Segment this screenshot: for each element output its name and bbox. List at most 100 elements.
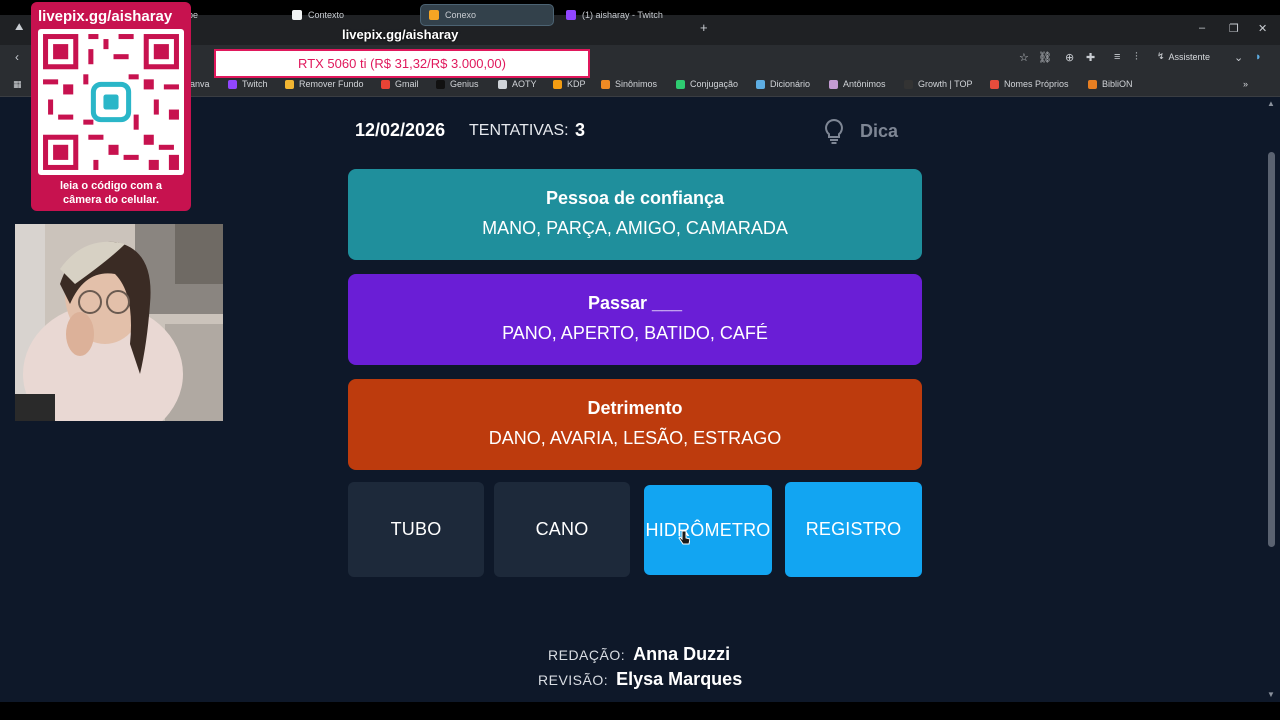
- bookmark-label: Remover Fundo: [299, 79, 364, 89]
- bookmark-label: AOTY: [512, 79, 537, 89]
- word-tile[interactable]: HIDRÔMETRO: [644, 485, 772, 575]
- livepix-url-overlay: livepix.gg/aisharay: [342, 27, 459, 42]
- bookmark-label: BibliON: [1102, 79, 1133, 89]
- bookmark-label: Twitch: [242, 79, 268, 89]
- bookmark-item[interactable]: Conjugação: [676, 79, 738, 89]
- bookmark-item[interactable]: Growth | TOP: [904, 79, 973, 89]
- group-title: Pessoa de confiança: [545, 188, 725, 208]
- minimize-button[interactable]: –: [1199, 22, 1205, 34]
- hand-cursor-icon: [678, 530, 690, 545]
- credit-name: Anna Duzzi: [633, 644, 731, 664]
- restore-button[interactable]: ❐: [1229, 22, 1239, 35]
- credit-line-revisao: REVISÃO: Elysa Marques: [538, 669, 742, 690]
- bookmark-item[interactable]: Sinônimos: [601, 79, 657, 89]
- bookmark-label: Nomes Próprios: [1004, 79, 1069, 89]
- profile-icon[interactable]: ◗: [1255, 51, 1262, 63]
- browser-logo-icon: ⛰: [15, 22, 24, 33]
- group-words: MANO, PARÇA, AMIGO, CAMARADA: [482, 218, 788, 238]
- bookmark-favicon-icon: [1088, 79, 1097, 89]
- audio-wave-icon[interactable]: ⫶: [1135, 51, 1138, 64]
- bookmark-item[interactable]: Dicionário: [756, 79, 810, 89]
- qr-caption: leia o código com a câmera do celular.: [31, 179, 191, 207]
- tries-count: 3: [575, 120, 586, 140]
- solved-group-card: Detrimento DANO, AVARIA, LESÃO, ESTRAGO: [348, 379, 922, 470]
- back-arrow-icon[interactable]: ‹: [15, 50, 19, 64]
- tab-label: (1) aisharay - Twitch: [582, 10, 663, 20]
- screen: ⛰ be Contexto Conexo (1) aisharay - Twit…: [0, 0, 1280, 720]
- puzzle-date: 12/02/2026: [355, 120, 446, 140]
- scroll-down-arrow-icon[interactable]: ▼: [1267, 690, 1275, 699]
- bookmark-item[interactable]: Antônimos: [829, 79, 886, 89]
- bookmark-favicon-icon: [829, 79, 838, 89]
- close-window-button[interactable]: ✕: [1258, 22, 1267, 35]
- bookmark-item[interactable]: Nomes Próprios: [990, 79, 1069, 89]
- apps-grid-icon[interactable]: ▦: [13, 79, 22, 90]
- scrollbar-thumb[interactable]: [1268, 152, 1275, 547]
- bottom-letterbox: [0, 702, 1280, 720]
- qr-title: livepix.gg/aisharay: [38, 8, 173, 25]
- zoom-icon[interactable]: ⊕: [1065, 51, 1074, 64]
- bookmark-favicon-icon: [601, 79, 610, 89]
- word-tile[interactable]: CANO: [494, 482, 630, 577]
- word-tile[interactable]: REGISTRO: [785, 482, 922, 577]
- bookmark-favicon-icon: [285, 79, 294, 89]
- bookmark-label: anva: [190, 79, 210, 89]
- group-words: PANO, APERTO, BATIDO, CAFÉ: [502, 323, 768, 343]
- bookmark-item[interactable]: Gmail: [381, 79, 419, 89]
- bookmark-label: KDP: [567, 79, 586, 89]
- assistant-button[interactable]: ↯ Assistente: [1157, 51, 1210, 62]
- link-icon[interactable]: ⛓: [1038, 51, 1052, 64]
- bookmark-favicon-icon: [676, 79, 685, 89]
- bookmark-label: Genius: [450, 79, 479, 89]
- bookmark-label: Gmail: [395, 79, 419, 89]
- credit-label: REVISÃO:: [538, 672, 609, 688]
- extensions-icon[interactable]: ✚: [1086, 51, 1095, 64]
- credit-line-redacao: REDAÇÃO: Anna Duzzi: [548, 644, 730, 665]
- credit-label: REDAÇÃO:: [548, 647, 626, 663]
- webcam-overlay: [15, 224, 223, 421]
- tab-contexto[interactable]: Contexto: [284, 4, 414, 26]
- word-tile[interactable]: TUBO: [348, 482, 484, 577]
- tab-conexo[interactable]: Conexo: [420, 4, 554, 26]
- bookmark-item[interactable]: Genius: [436, 79, 479, 89]
- bookmark-item[interactable]: Remover Fundo: [285, 79, 364, 89]
- assistant-spark-icon: ↯: [1157, 51, 1165, 61]
- solved-group-card: Passar ___ PANO, APERTO, BATIDO, CAFÉ: [348, 274, 922, 365]
- bookmark-item[interactable]: AOTY: [498, 79, 537, 89]
- scroll-up-arrow-icon[interactable]: ▲: [1267, 99, 1275, 108]
- bookmark-favicon-icon: [436, 79, 445, 89]
- bookmark-label: Sinônimos: [615, 79, 658, 89]
- bookmark-label: Dicionário: [770, 79, 811, 89]
- tab-item[interactable]: be: [180, 4, 280, 26]
- hint-button[interactable]: Dica: [822, 118, 898, 144]
- more-bookmarks-button[interactable]: »: [1243, 79, 1248, 89]
- lightbulb-icon: [825, 118, 843, 144]
- tries-label: TENTATIVAS:: [469, 122, 569, 139]
- contexto-favicon-icon: [292, 10, 302, 20]
- group-words: DANO, AVARIA, LESÃO, ESTRAGO: [488, 428, 782, 448]
- menu-lines-icon[interactable]: ≡: [1114, 51, 1120, 63]
- group-title: Passar ___: [587, 293, 683, 313]
- donation-goal-banner: RTX 5060 ti (R$ 31,32/R$ 3.000,00): [214, 49, 590, 78]
- assistant-label: Assistente: [1168, 51, 1211, 62]
- bookmark-item[interactable]: BibliON: [1088, 79, 1133, 89]
- bookmark-favicon-icon: [990, 79, 999, 89]
- bookmark-favicon-icon: [228, 79, 237, 89]
- solved-group-card: Pessoa de confiança MANO, PARÇA, AMIGO, …: [348, 169, 922, 260]
- bookmark-item[interactable]: Twitch: [228, 79, 268, 89]
- bookmark-favicon-icon: [381, 79, 390, 89]
- bookmark-item[interactable]: KDP: [553, 79, 586, 89]
- bookmark-favicon-icon: [756, 79, 765, 89]
- chevron-down-icon[interactable]: ⌄: [1234, 51, 1243, 64]
- hint-label: Dica: [860, 120, 899, 141]
- tab-twitch[interactable]: (1) aisharay - Twitch: [558, 4, 696, 26]
- conexo-favicon-icon: [429, 10, 439, 20]
- twitch-favicon-icon: [566, 10, 576, 20]
- new-tab-button[interactable]: +: [700, 20, 708, 35]
- bookmark-label: Antônimos: [843, 79, 886, 89]
- qr-caption-line: leia o código com a: [59, 180, 163, 192]
- credit-name: Elysa Marques: [616, 669, 743, 689]
- bookmark-label: Growth | TOP: [918, 79, 973, 89]
- group-title: Detrimento: [587, 398, 683, 418]
- star-bookmark-icon[interactable]: ☆: [1019, 51, 1029, 64]
